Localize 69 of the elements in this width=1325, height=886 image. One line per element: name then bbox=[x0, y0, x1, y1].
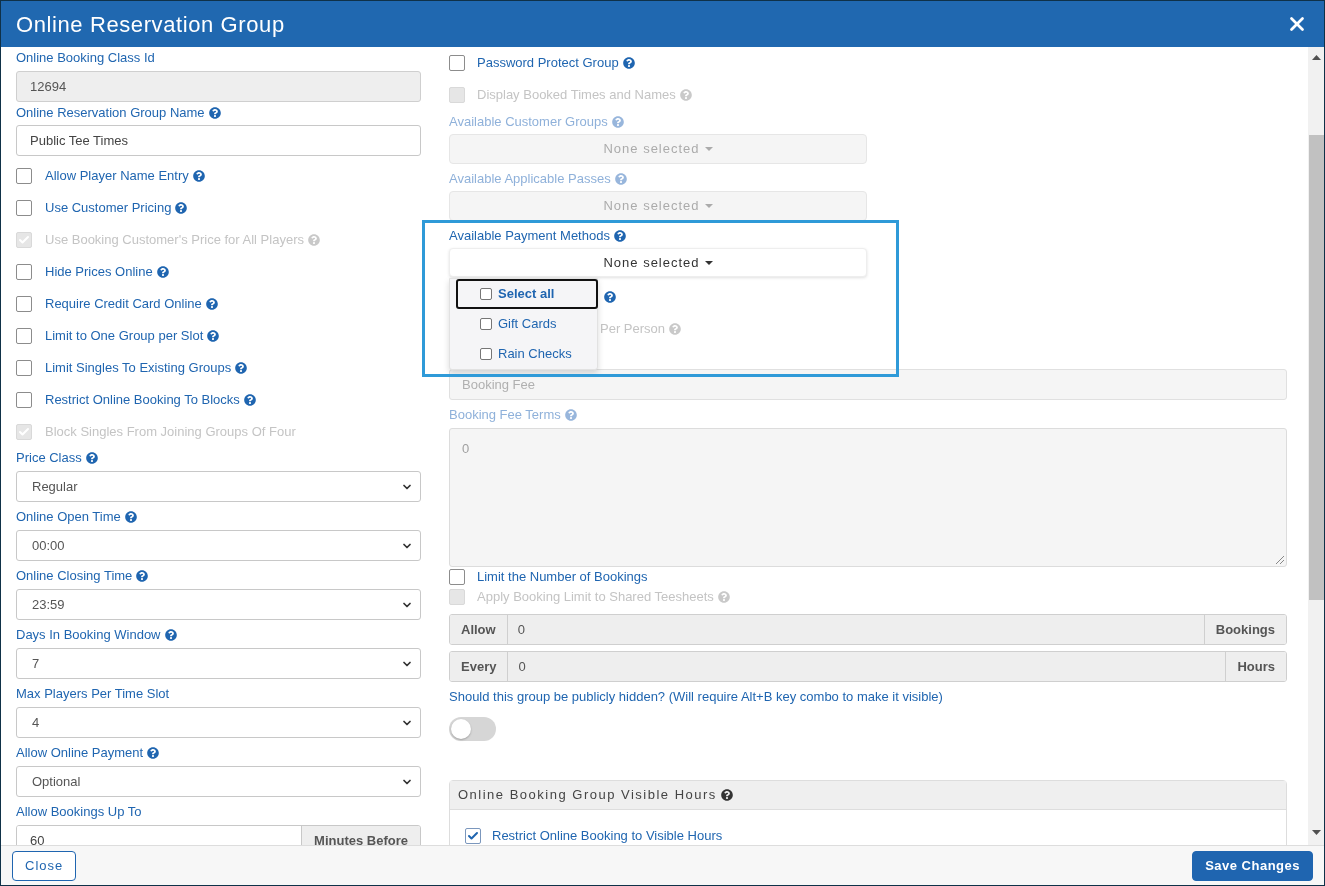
select-field[interactable]: 7 bbox=[16, 648, 421, 679]
checkbox[interactable] bbox=[465, 828, 481, 844]
field-label: Online Reservation Group Name bbox=[16, 105, 205, 121]
checkbox-label: Restrict Online Booking To Blocks bbox=[45, 392, 240, 408]
field-label: Online Booking Class Id bbox=[16, 50, 155, 66]
checkbox-label: Hide Prices Online bbox=[45, 264, 153, 280]
footer-button[interactable]: Save Changes bbox=[1192, 850, 1313, 881]
dropdown-button[interactable]: None selected bbox=[449, 248, 867, 277]
field-label: Online Open Time bbox=[16, 509, 121, 525]
checkbox[interactable] bbox=[16, 200, 32, 216]
caret-icon bbox=[704, 147, 713, 151]
checkbox[interactable] bbox=[16, 168, 32, 184]
field-label: Per Person bbox=[600, 321, 666, 337]
select-field[interactable]: 4 bbox=[16, 707, 421, 738]
question-text: Should this group be publicly hidden? (Will require Alt+B key combo to make it visible) bbox=[449, 689, 943, 705]
checkbox-label: Limit Singles To Existing Groups bbox=[45, 360, 232, 376]
scrollbar-thumb[interactable] bbox=[1308, 135, 1324, 600]
checkbox[interactable] bbox=[480, 288, 492, 300]
scroll-up-icon[interactable] bbox=[1311, 55, 1321, 60]
checkbox[interactable] bbox=[480, 348, 492, 360]
field-label: Available Payment Methods bbox=[449, 228, 610, 244]
checkbox-label: Use Booking Customer's Price for All Players bbox=[45, 232, 304, 248]
select-field[interactable]: Regular bbox=[16, 471, 421, 502]
field-label: Online Closing Time bbox=[16, 568, 133, 584]
checkbox[interactable] bbox=[16, 296, 32, 312]
checkbox[interactable] bbox=[16, 360, 32, 376]
checkbox-label: Apply Booking Limit to Shared Teesheets bbox=[477, 589, 714, 605]
toggle-switch[interactable] bbox=[449, 717, 496, 741]
field-label: Available Customer Groups bbox=[449, 114, 608, 130]
field-label: Available Applicable Passes bbox=[449, 171, 611, 187]
checkbox-label: Require Credit Card Online bbox=[45, 296, 202, 312]
checkbox-label: Password Protect Group bbox=[477, 55, 619, 71]
checkbox-label: Use Customer Pricing bbox=[45, 200, 172, 216]
caret-icon bbox=[704, 204, 713, 208]
checkbox-label: Limit to One Group per Slot bbox=[45, 328, 204, 344]
menu-item[interactable]: Gift Cards bbox=[456, 309, 598, 339]
field-label: Max Players Per Time Slot bbox=[16, 686, 170, 702]
text-field[interactable]: Public Tee Times bbox=[16, 125, 421, 156]
checkbox-label: Limit the Number of Bookings bbox=[477, 569, 648, 585]
checkbox[interactable] bbox=[449, 55, 465, 71]
checkbox-label: Block Singles From Joining Groups Of Four bbox=[45, 424, 296, 440]
check-icon bbox=[467, 830, 479, 842]
select-field[interactable]: 00:00 bbox=[16, 530, 421, 561]
check-icon bbox=[18, 426, 30, 438]
field-label: Allow Bookings Up To bbox=[16, 804, 142, 820]
select-field[interactable]: Optional bbox=[16, 766, 421, 797]
checkbox-label: Display Booked Times and Names bbox=[477, 87, 676, 103]
checkbox-label: Allow Player Name Entry bbox=[45, 168, 189, 184]
checkbox-label: Restrict Online Booking to Visible Hours bbox=[492, 828, 723, 844]
footer-button[interactable]: Close bbox=[12, 850, 77, 881]
panel-title: Online Booking Group Visible Hours bbox=[458, 786, 717, 805]
checkbox[interactable] bbox=[16, 328, 32, 344]
dialog-title: Online Reservation Group bbox=[16, 10, 285, 39]
check-icon bbox=[18, 234, 30, 246]
checkbox[interactable] bbox=[449, 569, 465, 585]
checkbox[interactable] bbox=[480, 318, 492, 330]
checkbox[interactable] bbox=[16, 392, 32, 408]
field-label: Allow Online Payment bbox=[16, 745, 144, 761]
field-label: Days In Booking Window bbox=[16, 627, 161, 643]
field-label: Price Class bbox=[16, 450, 82, 466]
placeholder-text: Booking Fee bbox=[462, 377, 535, 392]
menu-item[interactable]: Select all bbox=[456, 279, 598, 309]
select-field[interactable]: 23:59 bbox=[16, 589, 421, 620]
caret-icon bbox=[704, 260, 713, 265]
checkbox[interactable] bbox=[16, 264, 32, 280]
placeholder-text: 0 bbox=[462, 441, 470, 456]
scroll-down-icon[interactable] bbox=[1311, 830, 1321, 835]
field-label: Booking Fee Terms bbox=[449, 407, 561, 423]
menu-item[interactable]: Rain Checks bbox=[456, 339, 598, 369]
